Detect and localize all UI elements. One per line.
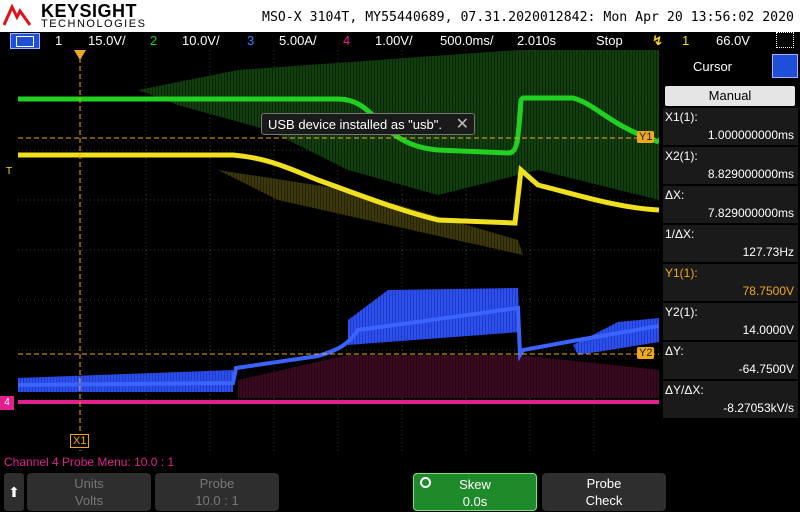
ch3-noise-high — [348, 288, 520, 345]
ch1-scale[interactable]: 15.0V/ — [88, 33, 126, 48]
ch2-scale[interactable]: 10.0V/ — [182, 33, 220, 48]
readout-x1: X1(1): 1.000000000ms — [663, 108, 798, 146]
readout-inverse-delta-x: 1/ΔX: 127.73Hz — [663, 225, 798, 263]
timebase[interactable]: 500.0ms/ — [440, 33, 493, 48]
units-softkey[interactable]: Units Volts — [27, 473, 151, 511]
header-bar: KEYSIGHT TECHNOLOGIES MSO-X 3104T, MY554… — [0, 0, 800, 32]
brand-subtitle: TECHNOLOGIES — [41, 18, 147, 30]
probe-attenuation-softkey[interactable]: Probe 10.0 : 1 — [155, 473, 279, 511]
panel-title: Cursor — [693, 59, 733, 74]
ch1-number[interactable]: 1 — [55, 33, 62, 48]
time-delay[interactable]: 2.010s — [517, 33, 556, 48]
softkey-menu-title: Channel 4 Probe Menu: 10.0 : 1 — [4, 455, 175, 469]
readout-label: ΔY/ΔX: — [665, 383, 704, 397]
trigger-level[interactable]: 66.0V — [716, 33, 750, 48]
ch3-number[interactable]: 3 — [247, 33, 254, 48]
ch3-scale[interactable]: 5.00A/ — [279, 33, 317, 48]
readout-value: 1.000000000ms — [707, 128, 794, 142]
softkey-value: 10.0 : 1 — [195, 493, 239, 508]
readout-x2: X2(1): 8.829000000ms — [663, 147, 798, 185]
screenshot-icon[interactable] — [776, 32, 794, 48]
back-up-arrow-icon[interactable]: ⬆ — [4, 473, 24, 511]
panel-menu-icon[interactable] — [772, 54, 798, 78]
ch4-scale[interactable]: 1.00V/ — [375, 33, 413, 48]
probe-check-softkey[interactable]: Probe Check — [542, 473, 666, 511]
instrument-id: MSO-X 3104T, MY55440689, 07.31.202001284… — [262, 10, 794, 25]
readout-value: 78.7500V — [742, 284, 794, 298]
menu-icon — [16, 36, 34, 47]
readout-label: X1(1): — [665, 110, 698, 124]
ch4-number[interactable]: 4 — [343, 33, 350, 48]
waveform-display[interactable]: USB device installed as "usb". ✕ Y1 Y2 X… — [18, 50, 659, 451]
softkey-value: Volts — [74, 493, 104, 508]
readout-label: Y2(1): — [665, 305, 698, 319]
readout-label: 1/ΔX: — [665, 227, 695, 241]
notification-text: USB device installed as "usb". — [268, 117, 442, 132]
readout-y2: Y2(1): 14.0000V — [663, 303, 798, 341]
readout-value: -64.7500V — [738, 362, 794, 376]
readout-value: 8.829000000ms — [707, 167, 794, 181]
readout-value: 127.73Hz — [742, 245, 794, 259]
trigger-edge-icon: ↯ — [652, 33, 663, 48]
ch3-noise-low — [18, 370, 233, 392]
cursor-x1-label[interactable]: X1 — [70, 434, 90, 448]
run-state: Stop — [596, 33, 623, 48]
readout-y1: Y1(1): 78.7500V — [663, 264, 798, 302]
cursor-panel: Cursor Manual X1(1): 1.000000000ms X2(1)… — [661, 50, 800, 451]
ch2-number[interactable]: 2 — [150, 33, 157, 48]
trigger-source[interactable]: 1 — [682, 33, 689, 48]
readout-label: X2(1): — [665, 149, 698, 163]
main-menu-button[interactable] — [10, 33, 40, 49]
trigger-level-marker-icon: T — [6, 166, 13, 177]
softkey-label: Skew — [459, 477, 491, 492]
trigger-position-icon — [74, 50, 86, 60]
readout-value: 7.829000000ms — [707, 206, 794, 220]
readout-label: ΔX: — [665, 188, 685, 202]
readout-slope: ΔY/ΔX: -8.27053kV/s — [663, 381, 798, 419]
waveform-canvas — [18, 50, 659, 451]
softkey-label: Probe — [199, 476, 235, 491]
readout-value: -8.27053kV/s — [723, 401, 794, 415]
cursor-y2-label[interactable]: Y2 — [637, 347, 655, 359]
readout-label: Y1(1): — [665, 266, 698, 280]
softkey-label: Units — [74, 476, 104, 491]
readout-value: 14.0000V — [742, 323, 794, 337]
softkey-label: Probe — [586, 476, 622, 491]
panel-header: Cursor — [661, 50, 800, 80]
cursor-mode-button[interactable]: Manual — [665, 86, 795, 106]
readout-delta-x: ΔX: 7.829000000ms — [663, 186, 798, 224]
close-icon[interactable]: ✕ — [456, 114, 469, 134]
skew-softkey[interactable]: Skew 0.0s — [413, 473, 537, 511]
status-bar: 1 15.0V/ 2 10.0V/ 3 5.00A/ 4 1.00V/ 500.… — [0, 32, 800, 50]
ch4-noise-band — [238, 355, 659, 398]
softkey-value: Check — [585, 493, 623, 508]
readout-delta-y: ΔY: -64.7500V — [663, 342, 798, 380]
readout-label: ΔY: — [665, 344, 684, 358]
ch4-ground-marker[interactable]: 4 — [0, 396, 14, 410]
softkey-value: 0.0s — [462, 494, 488, 509]
usb-notification: USB device installed as "usb". ✕ — [261, 113, 475, 135]
cursor-y1-label[interactable]: Y1 — [637, 131, 655, 143]
keysight-logo-icon — [3, 3, 31, 26]
